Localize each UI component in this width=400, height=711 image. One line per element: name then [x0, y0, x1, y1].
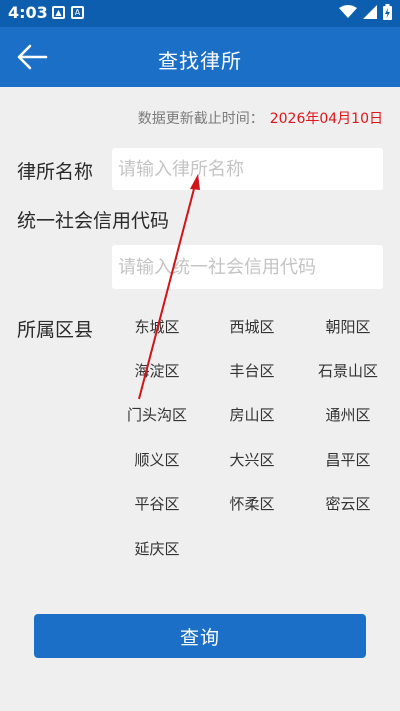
district-option[interactable]: 大兴区 [229, 449, 274, 470]
notification-icons: ▲ A [52, 6, 84, 19]
district-option[interactable]: 朝阳区 [325, 316, 370, 337]
district-option[interactable]: 西城区 [229, 316, 274, 337]
update-notice: 数据更新截止时间： 2026年04月10日 [138, 108, 383, 128]
a-notification-icon: A [71, 6, 84, 19]
district-option[interactable]: 延庆区 [134, 538, 179, 559]
update-date: 2026年04月10日 [269, 111, 383, 127]
status-time: 4:03 [8, 3, 48, 22]
signal-icon [363, 5, 377, 19]
district-option[interactable]: 石景山区 [318, 360, 378, 381]
district-option[interactable]: 房山区 [229, 404, 274, 425]
district-option[interactable]: 东城区 [134, 316, 179, 337]
app-header: 查找律所 [0, 27, 400, 87]
credit-code-label: 统一社会信用代码 [17, 210, 170, 232]
district-option[interactable]: 怀柔区 [229, 493, 274, 514]
battery-icon [383, 4, 392, 20]
page-title: 查找律所 [158, 49, 242, 73]
firm-name-input[interactable] [112, 148, 383, 190]
firm-name-label: 律所名称 [17, 161, 94, 183]
status-bar: 4:03 ▲ A [0, 0, 400, 27]
update-label: 数据更新截止时间： [137, 111, 264, 127]
district-option[interactable]: 平谷区 [134, 493, 179, 514]
annotation-arrow-icon [138, 174, 200, 400]
system-icons [339, 4, 392, 20]
credit-code-input[interactable] [112, 245, 383, 289]
district-option[interactable]: 丰台区 [229, 360, 274, 381]
wifi-icon [339, 5, 357, 18]
image-notification-icon: ▲ [52, 6, 65, 19]
query-button[interactable]: 查询 [34, 614, 366, 658]
district-option[interactable]: 昌平区 [325, 449, 370, 470]
district-option[interactable]: 门头沟区 [127, 404, 187, 425]
district-option[interactable]: 顺义区 [134, 449, 179, 470]
district-option[interactable]: 密云区 [325, 493, 370, 514]
district-option[interactable]: 海淀区 [134, 360, 179, 381]
district-label: 所属区县 [17, 319, 94, 341]
district-option[interactable]: 通州区 [325, 404, 370, 425]
